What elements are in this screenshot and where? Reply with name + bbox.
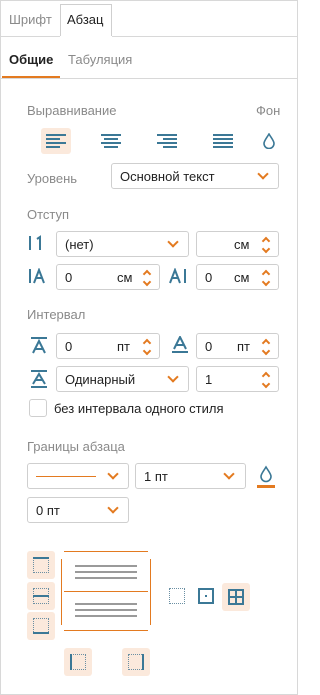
border-width-value: 1 пт — [144, 469, 168, 484]
line-spacing-icon — [30, 369, 48, 389]
tab-divider — [112, 36, 298, 37]
right-indent-unit: см — [234, 270, 250, 285]
left-indent-value: 0 — [65, 270, 73, 285]
align-right-button[interactable] — [152, 128, 182, 154]
first-line-indent-icon — [28, 235, 48, 251]
line-spacing-select[interactable]: Одинарный — [56, 366, 189, 392]
chevron-down-icon — [223, 468, 235, 480]
border-left-button[interactable] — [64, 648, 92, 676]
indent-label: Отступ — [27, 207, 70, 222]
level-select[interactable]: Основной текст — [111, 163, 279, 189]
subtab-divider — [0, 78, 298, 79]
border-color-button[interactable] — [256, 465, 276, 491]
decrement-icon[interactable] — [142, 277, 152, 287]
spacing-after-value: 0 — [205, 339, 213, 354]
border-top-button[interactable] — [27, 551, 55, 579]
tab-divider — [0, 36, 60, 37]
spacing-before-value: 0 — [65, 339, 73, 354]
decrement-icon[interactable] — [261, 277, 271, 287]
background-label: Фон — [256, 103, 281, 118]
first-line-type: (нет) — [65, 237, 94, 252]
background-color-icon[interactable] — [262, 132, 276, 150]
border-offset-select[interactable]: 0 пт — [27, 497, 129, 523]
align-center-button[interactable] — [96, 128, 126, 154]
borders-label: Границы абзаца — [27, 439, 125, 454]
decrement-icon[interactable] — [261, 346, 271, 356]
left-indent-unit: см — [117, 270, 133, 285]
spacing-after-icon — [171, 334, 189, 354]
first-line-indent-select[interactable]: (нет) — [56, 231, 189, 257]
border-outer-button[interactable] — [193, 583, 219, 609]
right-indent-icon — [168, 267, 188, 284]
spacing-after-input[interactable]: 0 пт — [196, 333, 279, 359]
border-none-button[interactable] — [164, 583, 190, 609]
border-style-select[interactable] — [27, 463, 129, 489]
align-left-button[interactable] — [41, 128, 71, 154]
spacing-before-input[interactable]: 0 пт — [56, 333, 160, 359]
alignment-label: Выравнивание — [27, 103, 117, 118]
spacing-after-unit: пт — [237, 339, 250, 354]
line-spacing-value: 1 — [205, 372, 213, 387]
tab-paragraph[interactable]: Абзац — [67, 12, 103, 27]
chevron-down-icon — [257, 168, 269, 180]
border-offset-value: 0 пт — [36, 503, 60, 518]
spacing-label: Интервал — [27, 307, 86, 322]
align-justify-button[interactable] — [208, 128, 238, 154]
line-spacing-type: Одинарный — [65, 372, 136, 387]
decrement-icon[interactable] — [261, 379, 271, 389]
border-width-select[interactable]: 1 пт — [135, 463, 246, 489]
decrement-icon[interactable] — [142, 346, 152, 356]
right-indent-value: 0 — [205, 270, 213, 285]
spacing-before-unit: пт — [117, 339, 130, 354]
border-style-preview — [36, 476, 96, 477]
decrement-icon[interactable] — [261, 244, 271, 254]
spacing-before-icon — [30, 336, 48, 354]
subtab-tabulation[interactable]: Табуляция — [68, 52, 132, 67]
right-indent-input[interactable]: 0 см — [196, 264, 279, 290]
chevron-down-icon — [107, 502, 119, 514]
border-preview — [61, 551, 151, 633]
border-inner-horizontal-button[interactable] — [27, 582, 55, 610]
subtab-general[interactable]: Общие — [9, 52, 53, 67]
border-bottom-button[interactable] — [27, 612, 55, 640]
chevron-down-icon — [167, 371, 179, 383]
tab-font[interactable]: Шрифт — [9, 12, 52, 27]
left-indent-icon — [28, 267, 48, 284]
first-line-indent-input[interactable]: см — [196, 231, 279, 257]
level-label: Уровень — [27, 171, 78, 186]
no-spacing-same-style-label: без интервала одного стиля — [54, 401, 224, 416]
level-value: Основной текст — [120, 169, 215, 184]
border-right-button[interactable] — [122, 648, 150, 676]
chevron-down-icon — [107, 468, 119, 480]
first-line-unit: см — [234, 237, 250, 252]
no-spacing-same-style-checkbox[interactable] — [29, 399, 47, 417]
left-indent-input[interactable]: 0 см — [56, 264, 160, 290]
chevron-down-icon — [167, 236, 179, 248]
line-spacing-input[interactable]: 1 — [196, 366, 279, 392]
border-all-button[interactable] — [222, 583, 250, 611]
